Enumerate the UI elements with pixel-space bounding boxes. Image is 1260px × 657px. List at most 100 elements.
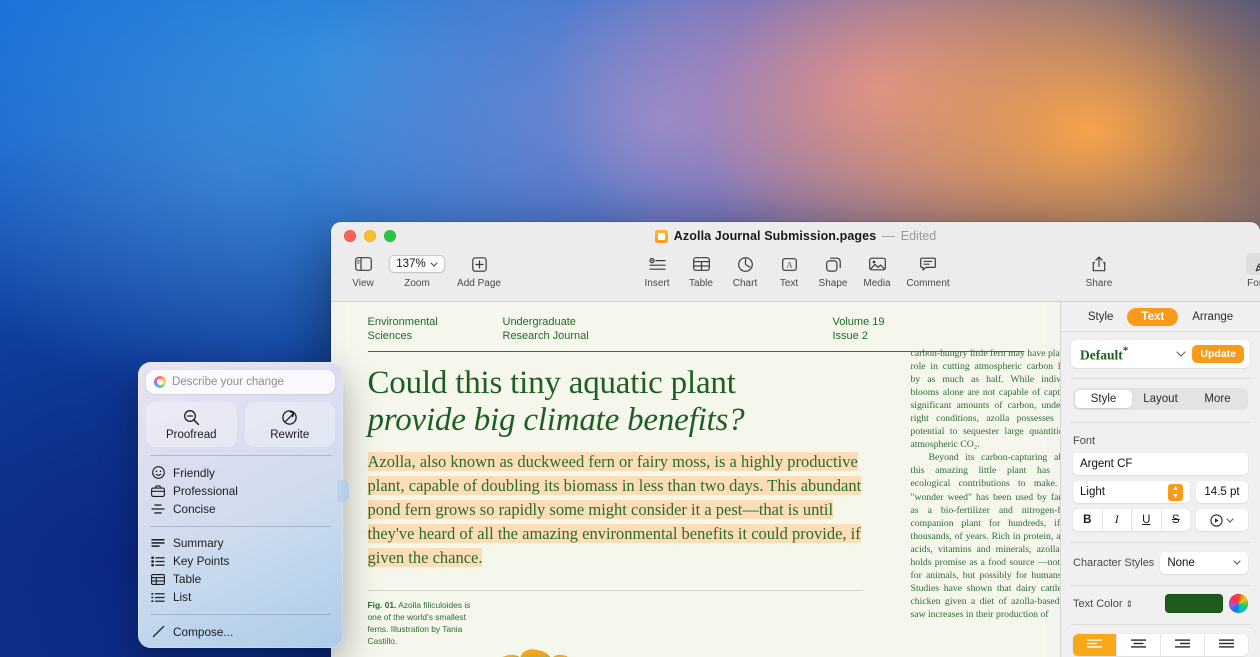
- tab-style[interactable]: Style: [1074, 308, 1128, 326]
- toolbar-zoom-control[interactable]: 137% Zoom: [385, 250, 449, 289]
- font-options-button[interactable]: [1196, 509, 1248, 531]
- menu-item-compose[interactable]: Compose...: [146, 623, 335, 641]
- masthead-right-line1: Volume 19: [832, 316, 885, 328]
- article-column-right[interactable]: carbon-hungry little fern may have playe…: [911, 347, 1061, 621]
- subtab-more[interactable]: More: [1189, 390, 1246, 408]
- proofread-magnifier-icon: [183, 409, 200, 426]
- font-family-field[interactable]: Argent CF: [1073, 453, 1248, 475]
- zoom-value-pill[interactable]: 137%: [389, 253, 445, 275]
- comment-icon: [920, 253, 936, 275]
- smiley-icon: [151, 466, 165, 479]
- masthead-right-line2: Issue 2: [832, 329, 868, 342]
- menu-item-table[interactable]: Table: [146, 570, 335, 588]
- menu-item-friendly[interactable]: Friendly: [146, 464, 335, 482]
- maximize-button[interactable]: [384, 230, 396, 242]
- list-icon: [151, 592, 165, 603]
- document-canvas[interactable]: Environmental Sciences Undergraduate Res…: [331, 302, 1060, 657]
- character-styles-field[interactable]: None: [1160, 551, 1248, 574]
- toolbar-zoom-label: Zoom: [404, 278, 430, 289]
- font-weight-field[interactable]: Light ▲ ▼: [1073, 481, 1190, 503]
- text-color-label: Text Color ⇕: [1073, 597, 1134, 610]
- format-tab-bar: Style Text Arrange: [1061, 302, 1260, 332]
- pages-window: Azolla Journal Submission.pages — Edited…: [331, 222, 1260, 657]
- align-justify-button[interactable]: [1205, 634, 1248, 656]
- toolbar-format-button[interactable]: Format: [1238, 250, 1260, 289]
- color-wheel-icon[interactable]: [1229, 594, 1248, 613]
- font-style-row: B I U S: [1073, 509, 1248, 531]
- font-family-value: Argent CF: [1080, 458, 1133, 470]
- toolbar-text-button[interactable]: A Text: [767, 250, 811, 289]
- concise-divide-icon: [151, 503, 165, 515]
- describe-change-placeholder: Describe your change: [172, 376, 284, 388]
- toolbar-view-button[interactable]: View: [341, 250, 385, 289]
- toolbar-chart-button[interactable]: Chart: [723, 250, 767, 289]
- close-button[interactable]: [344, 230, 356, 242]
- toolbar-add-page-button[interactable]: Add Page: [449, 250, 509, 289]
- window-titlebar[interactable]: Azolla Journal Submission.pages — Edited: [331, 222, 1260, 250]
- menu-item-key-points[interactable]: Key Points: [146, 552, 335, 570]
- menu-item-list[interactable]: List: [146, 588, 335, 606]
- summary-lines-icon: [151, 538, 165, 548]
- italic-button[interactable]: I: [1103, 509, 1132, 531]
- font-size-value: 14.5 pt: [1204, 486, 1240, 498]
- chart-icon: [737, 253, 753, 275]
- toolbar-table-button[interactable]: Table: [679, 250, 723, 289]
- masthead-left-line2: Sciences: [367, 329, 413, 342]
- underline-button[interactable]: U: [1132, 509, 1162, 531]
- rewrite-button[interactable]: Rewrite: [244, 402, 335, 447]
- menu-item-professional[interactable]: Professional: [146, 482, 335, 500]
- character-styles-value: None: [1167, 556, 1195, 569]
- bold-button[interactable]: B: [1073, 509, 1103, 531]
- align-left-button[interactable]: [1073, 633, 1117, 656]
- tab-arrange[interactable]: Arrange: [1178, 308, 1247, 326]
- masthead-middle: Undergraduate Research Journal: [503, 316, 833, 344]
- paragraph-style-name: Default*: [1080, 344, 1129, 363]
- minimize-button[interactable]: [364, 230, 376, 242]
- menu-item-summary[interactable]: Summary: [146, 534, 335, 552]
- menu-item-concise[interactable]: Concise: [146, 500, 335, 518]
- align-right-button[interactable]: [1161, 633, 1205, 656]
- toolbar-view-label: View: [352, 278, 374, 289]
- stepper-icon[interactable]: ▲ ▼: [1168, 483, 1183, 501]
- shape-icon: [825, 253, 841, 275]
- toolbar-share-label: Share: [1085, 278, 1113, 289]
- update-style-button[interactable]: Update: [1192, 345, 1244, 363]
- text-icon: A: [781, 253, 797, 275]
- rewrite-arrow-icon: [281, 409, 298, 426]
- subtab-style[interactable]: Style: [1075, 389, 1132, 408]
- writing-tools-primary-actions: Proofread Rewrite: [146, 402, 335, 447]
- format-subtab-bar: Style Layout More: [1073, 387, 1248, 410]
- traffic-lights: [344, 230, 396, 242]
- svg-text:A: A: [786, 260, 792, 269]
- document-title: Azolla Journal Submission.pages: [673, 229, 877, 243]
- align-center-button[interactable]: [1117, 633, 1161, 656]
- paragraph-style-row[interactable]: Default* Update: [1071, 340, 1250, 368]
- strikethrough-button[interactable]: S: [1162, 509, 1191, 531]
- text-alignment-bar: [1073, 633, 1248, 656]
- article-column-middle[interactable]: You may find yourself strolling by a pon…: [622, 648, 784, 657]
- document-page[interactable]: Environmental Sciences Undergraduate Res…: [345, 302, 1060, 657]
- title-dash: —: [882, 229, 895, 243]
- toolbar-media-button[interactable]: Media: [855, 250, 899, 289]
- divider: [150, 455, 331, 456]
- font-size-field[interactable]: 14.5 pt: [1196, 481, 1248, 503]
- describe-change-input[interactable]: Describe your change: [146, 370, 335, 394]
- chevron-down-icon[interactable]: [1176, 351, 1187, 357]
- lede-divider: [367, 590, 863, 592]
- subtab-layout[interactable]: Layout: [1132, 390, 1189, 408]
- font-weight-size-row: Light ▲ ▼ 14.5 pt: [1073, 481, 1248, 503]
- toolbar-format-label: Format: [1247, 278, 1260, 289]
- proofread-button[interactable]: Proofread: [146, 402, 237, 447]
- window-body: Environmental Sciences Undergraduate Res…: [331, 302, 1260, 657]
- divider: [150, 614, 331, 615]
- format-panel-content: Default* Update Style Layout More Font A…: [1061, 332, 1260, 657]
- toolbar-share-button[interactable]: Share: [1077, 250, 1121, 289]
- text-color-swatch[interactable]: [1165, 594, 1223, 613]
- article-lede[interactable]: Azolla, also known as duckweed fern or f…: [367, 450, 863, 570]
- popover-tail: [337, 480, 349, 502]
- toolbar-insert-button[interactable]: Insert: [635, 250, 679, 289]
- toolbar-shape-button[interactable]: Shape: [811, 250, 855, 289]
- toolbar-comment-button[interactable]: Comment: [899, 250, 957, 289]
- writing-tools-popover[interactable]: Describe your change Proofread Rewrite F…: [138, 362, 349, 648]
- tab-text[interactable]: Text: [1127, 307, 1179, 326]
